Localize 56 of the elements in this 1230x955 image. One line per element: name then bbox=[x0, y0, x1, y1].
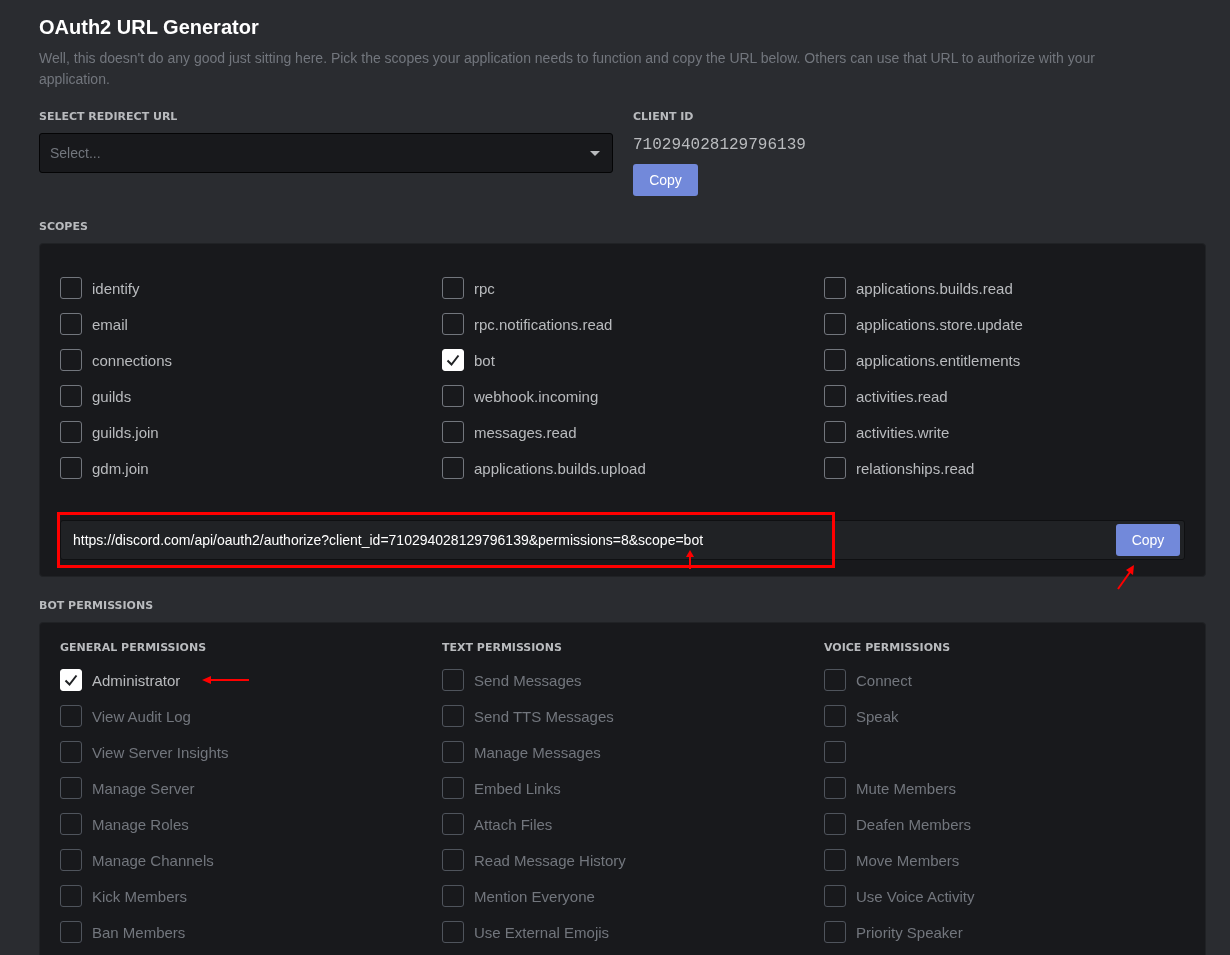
checkbox[interactable] bbox=[60, 313, 82, 335]
checkbox[interactable] bbox=[60, 385, 82, 407]
scope-label[interactable]: webhook.incoming bbox=[474, 387, 599, 405]
client-id-value: 710294028129796139 bbox=[633, 136, 806, 154]
scope-label[interactable]: applications.builds.upload bbox=[474, 459, 646, 477]
checkbox[interactable] bbox=[824, 385, 846, 407]
field-label: SELECT REDIRECT URL bbox=[39, 110, 179, 123]
page-title: OAuth2 URL Generator bbox=[39, 16, 260, 39]
checkbox[interactable] bbox=[442, 421, 464, 443]
arrow-icon bbox=[202, 676, 250, 684]
field-label: CLIENT ID bbox=[633, 110, 695, 123]
checkbox[interactable] bbox=[824, 457, 846, 479]
check-icon bbox=[64, 674, 78, 686]
description: Well, this doesn't do any good just sitting here. Pick the scopes your application needs to function and copy the URL below. Others can use that URL to authorize with your application. bbox=[39, 49, 1096, 89]
scope-label[interactable]: guilds bbox=[92, 387, 132, 405]
checkbox[interactable] bbox=[60, 277, 82, 299]
checkbox[interactable] bbox=[442, 385, 464, 407]
group-title: TEXT PERMISSIONS bbox=[442, 641, 563, 654]
url-field[interactable]: https://discord.com/api/oauth2/authorize?client_id=710294028129796139&permissions=8&scope=bot Copy bbox=[60, 520, 1185, 560]
scope-label[interactable]: rpc.notifications.read bbox=[474, 315, 613, 333]
scope-label[interactable]: email bbox=[92, 315, 128, 333]
scope-label[interactable]: identify bbox=[92, 279, 140, 297]
checkbox[interactable] bbox=[60, 421, 82, 443]
redirect-url-select[interactable]: Select... bbox=[39, 133, 613, 173]
section-label: BOT PERMISSIONS bbox=[39, 599, 155, 612]
scope-label[interactable]: guilds.join bbox=[92, 423, 159, 441]
scope-label[interactable]: applications.entitlements bbox=[856, 351, 1021, 369]
permission-label[interactable]: Administrator bbox=[92, 671, 181, 689]
scope-label[interactable]: messages.read bbox=[474, 423, 577, 441]
arrow-icon bbox=[1116, 564, 1136, 590]
scope-label[interactable]: bot bbox=[474, 351, 495, 369]
arrow-icon bbox=[686, 550, 694, 570]
check-icon bbox=[446, 354, 460, 366]
scope-label[interactable]: applications.builds.read bbox=[856, 279, 1013, 297]
checkbox[interactable] bbox=[442, 277, 464, 299]
checkbox[interactable] bbox=[442, 313, 464, 335]
copy-button[interactable]: Copy bbox=[633, 164, 698, 196]
scope-label[interactable]: activities.read bbox=[856, 387, 948, 405]
group-title: GENERAL PERMISSIONS bbox=[60, 641, 208, 654]
scope-label[interactable]: connections bbox=[92, 351, 173, 369]
checkbox[interactable] bbox=[442, 457, 464, 479]
scope-label[interactable]: activities.write bbox=[856, 423, 950, 441]
scope-label[interactable]: rpc bbox=[474, 279, 495, 297]
checkbox[interactable] bbox=[824, 421, 846, 443]
checkbox[interactable] bbox=[824, 349, 846, 371]
checkbox[interactable] bbox=[824, 313, 846, 335]
checkbox[interactable] bbox=[824, 277, 846, 299]
group-title: VOICE PERMISSIONS bbox=[824, 641, 952, 654]
scope-label[interactable]: relationships.read bbox=[856, 459, 975, 477]
checkbox[interactable] bbox=[60, 349, 82, 371]
scope-label[interactable]: gdm.join bbox=[92, 459, 149, 477]
copy-button[interactable]: Copy bbox=[1116, 524, 1180, 556]
scope-label[interactable]: applications.store.update bbox=[856, 315, 1023, 333]
caret-icon bbox=[590, 150, 600, 156]
checkbox[interactable] bbox=[60, 457, 82, 479]
section-label: SCOPES bbox=[39, 220, 89, 233]
